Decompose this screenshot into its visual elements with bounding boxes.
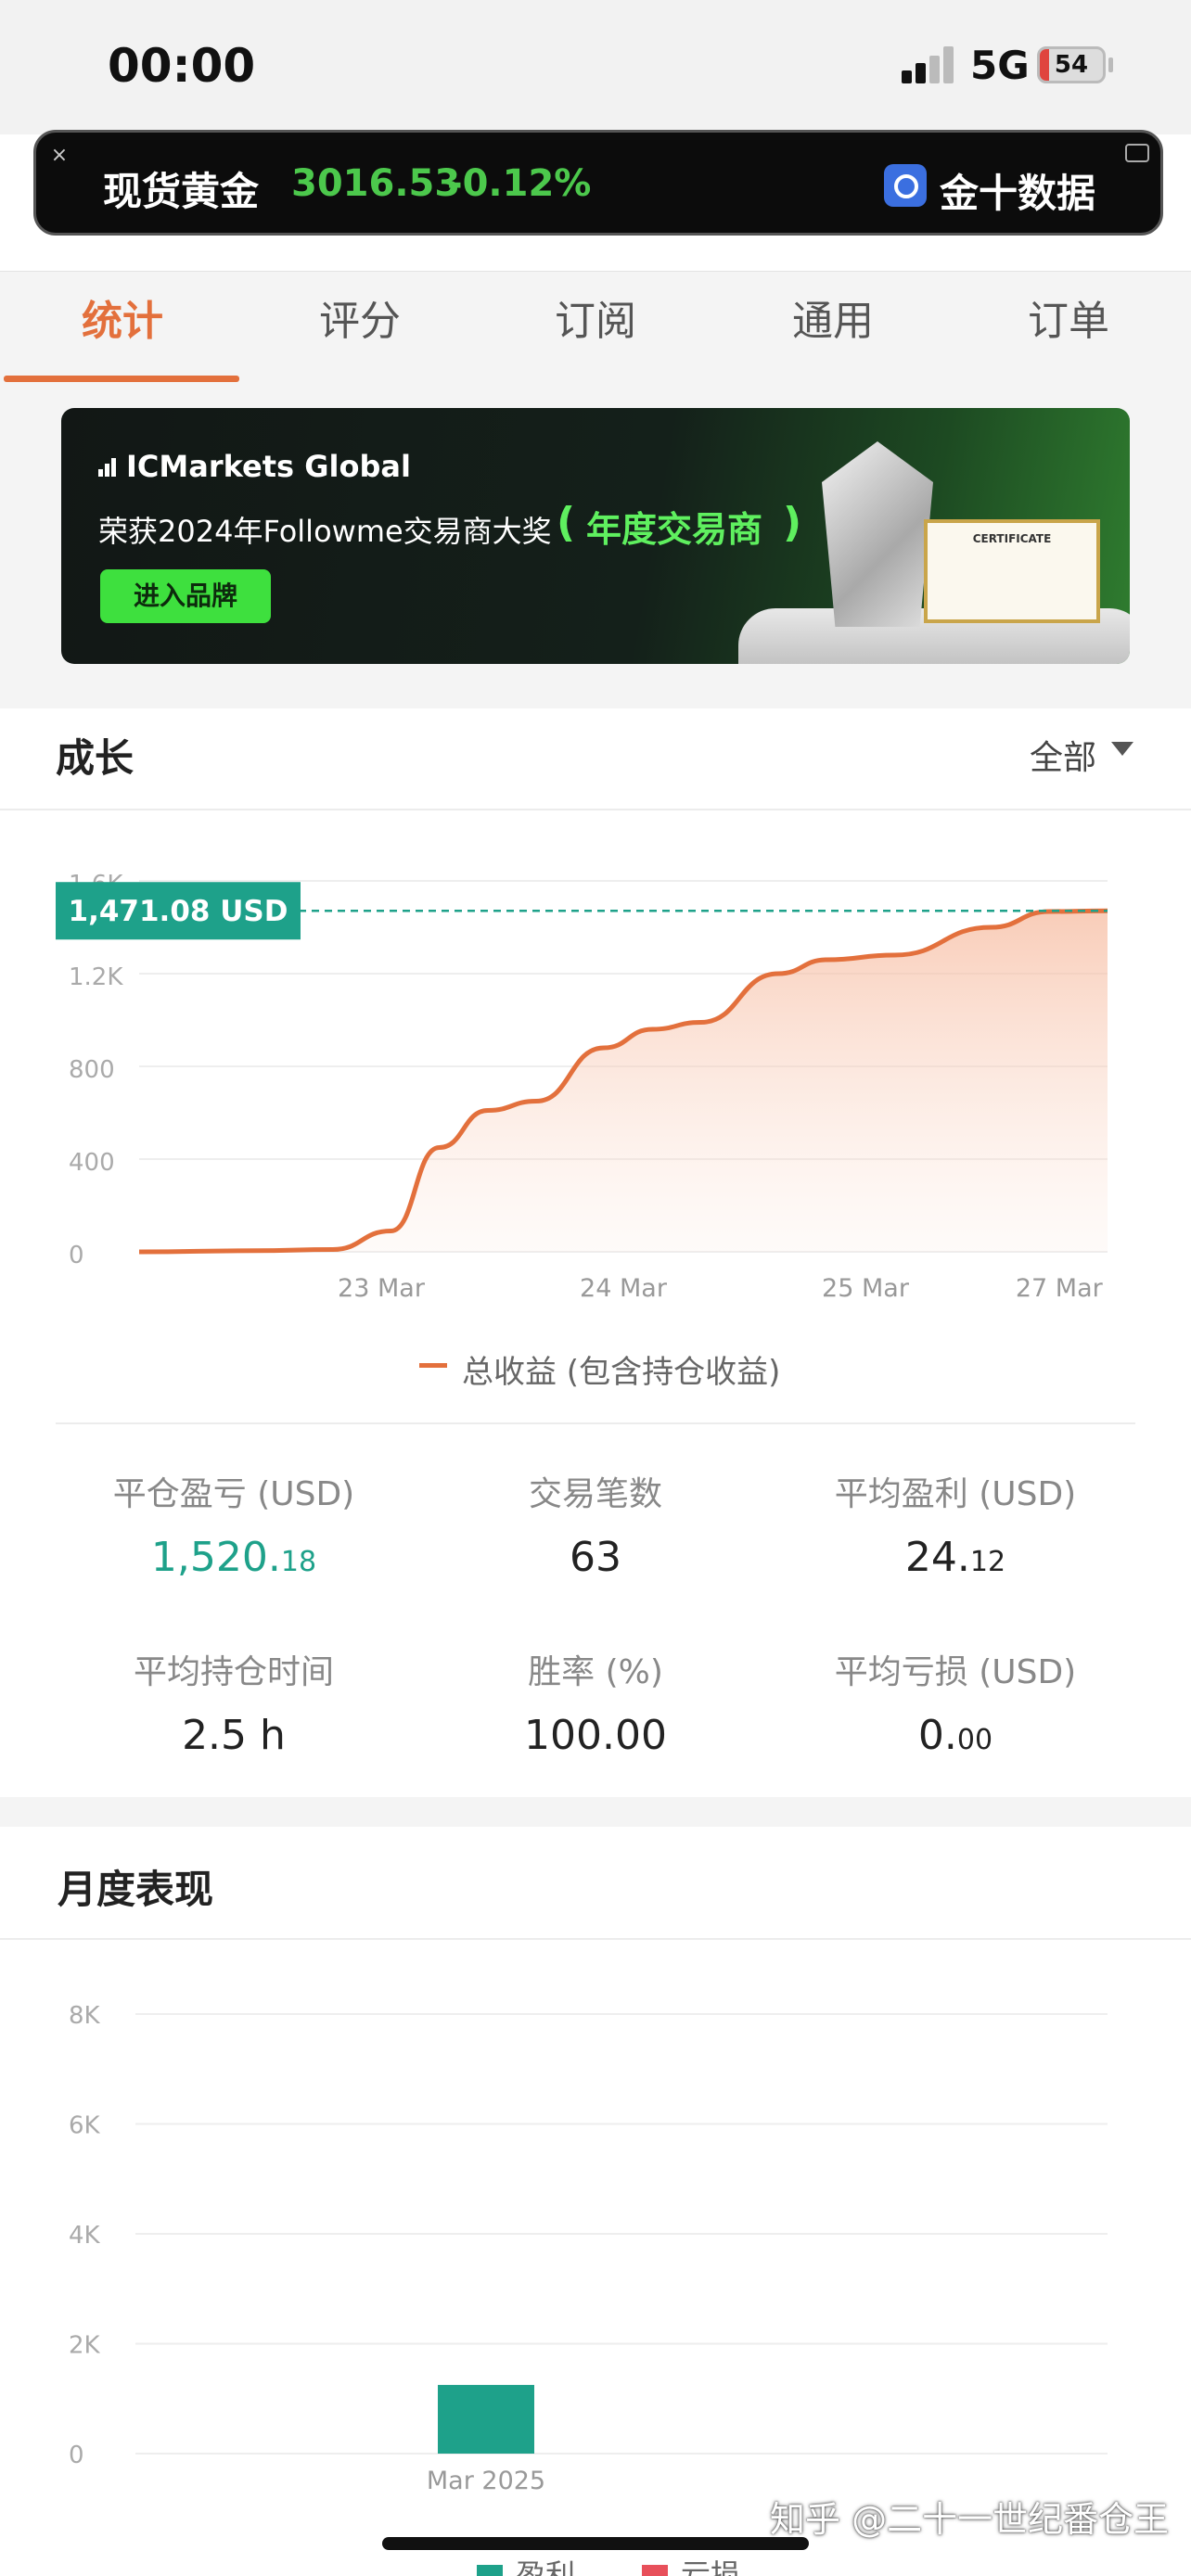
growth-title: 成长 <box>56 735 134 781</box>
section-divider <box>0 1938 1191 1940</box>
section-divider <box>0 809 1191 810</box>
growth-legend: 总收益 (包含持仓收益) <box>462 1354 781 1391</box>
ticker-brand: 金十数据 <box>940 171 1096 216</box>
watermark: 知乎 @二十一世纪番仓王 <box>770 2499 1170 2540</box>
ad-logo: ICMarkets Global <box>126 449 411 484</box>
tab-rating[interactable]: 评分 <box>241 272 479 383</box>
legend-loss-swatch <box>642 2565 668 2576</box>
legend-loss: 亏损 <box>642 2552 740 2576</box>
tab-general[interactable]: 通用 <box>714 272 952 383</box>
stat-value: 24.12 <box>904 1534 1006 1581</box>
current-value-label: 1,471.08 USD <box>69 895 288 928</box>
y-tick-label: 8K <box>69 2002 101 2030</box>
status-time: 00:00 <box>108 39 256 93</box>
ad-banner[interactable]: ICMarkets Global 荣获2024年Followme交易商大奖 ( … <box>61 408 1130 664</box>
certificate-image: CERTIFICATE <box>924 519 1100 623</box>
certificate-title: CERTIFICATE <box>972 532 1052 545</box>
ticker-price: 3016.53 <box>291 162 461 205</box>
ic-markets-logo-icon <box>98 456 121 477</box>
stat-value: 100.00 <box>524 1712 667 1759</box>
area-fill <box>139 911 1108 1252</box>
battery-tip <box>1108 57 1113 72</box>
caret-down-icon[interactable] <box>1111 742 1133 756</box>
battery-level: 54 <box>1054 51 1089 79</box>
trophy-icon <box>822 441 933 627</box>
x-tick-label: 23 Mar <box>338 1274 426 1303</box>
stat-avg-hold-time: 平均持仓时间 2.5 h <box>39 1645 429 1759</box>
x-tick-label: 27 Mar <box>1016 1274 1104 1303</box>
tab-bar: 统计 评分 订阅 通用 订单 <box>0 271 1191 382</box>
monthly-bar-chart: 0 2K 4K 6K 8K Mar 2025 <box>69 2002 1108 2495</box>
x-tick-label: Mar 2025 <box>427 2467 545 2495</box>
profit-bar <box>438 2384 534 2454</box>
stat-value: 63 <box>570 1534 621 1581</box>
stat-value: 0.00 <box>917 1712 993 1759</box>
legend-swatch <box>419 1363 447 1368</box>
signal-icon <box>902 46 954 83</box>
status-bar: 00:00 5G 54 <box>0 0 1191 134</box>
stat-win-rate: 胜率 (%) 100.00 <box>401 1645 790 1759</box>
stat-avg-profit: 平均盈利 (USD) 24.12 <box>761 1467 1150 1581</box>
brand-logo-icon <box>884 164 927 207</box>
stat-label: 胜率 (%) <box>528 1653 663 1691</box>
tab-orders[interactable]: 订单 <box>950 272 1187 383</box>
ticker-change: -0.12% <box>447 162 592 205</box>
stat-label: 平均持仓时间 <box>133 1653 334 1691</box>
stats-divider <box>56 1422 1135 1424</box>
legend-profit-swatch <box>477 2565 503 2576</box>
close-icon[interactable]: × <box>45 142 73 170</box>
stat-label: 平均亏损 (USD) <box>834 1653 1077 1691</box>
tab-stats[interactable]: 统计 <box>4 272 241 383</box>
x-tick-label: 24 Mar <box>580 1274 668 1303</box>
stat-label: 交易笔数 <box>528 1475 662 1513</box>
laurel-right-icon: ) <box>783 499 802 546</box>
price-ticker-banner[interactable]: × 现货黄金 3016.53 -0.12% 金十数据 <box>33 130 1163 236</box>
ad-tagline: 荣获2024年Followme交易商大奖 <box>98 514 552 549</box>
section-gap <box>0 1797 1191 1827</box>
y-tick-label: 1.2K <box>69 963 123 991</box>
y-tick-label: 0 <box>69 2442 84 2469</box>
enter-brand-button[interactable]: 进入品牌 <box>100 569 271 623</box>
stat-label: 平均盈利 (USD) <box>834 1475 1077 1513</box>
ad-award: 年度交易商 <box>586 509 763 550</box>
legend-profit: 盈利 <box>477 2552 575 2576</box>
y-tick-label: 2K <box>69 2332 101 2360</box>
ticker-name: 现货黄金 <box>103 169 260 214</box>
tab-subscribe[interactable]: 订阅 <box>477 272 714 383</box>
y-tick-label: 0 <box>69 1242 84 1269</box>
laurel-left-icon: ( <box>557 499 576 546</box>
stat-trade-count: 交易笔数 63 <box>401 1467 790 1581</box>
y-tick-label: 6K <box>69 2112 101 2140</box>
battery-icon: 54 <box>1037 46 1106 83</box>
pip-icon[interactable] <box>1125 144 1149 162</box>
stat-value: 1,520.18 <box>150 1534 317 1581</box>
x-tick-label: 25 Mar <box>822 1274 910 1303</box>
y-tick-label: 4K <box>69 2222 101 2250</box>
range-filter-dropdown[interactable]: 全部 <box>1030 731 1096 779</box>
growth-chart: 04008001.2K1.6K23 Mar24 Mar25 Mar27 Mar1… <box>56 871 1108 1303</box>
stat-avg-loss: 平均亏损 (USD) 0.00 <box>761 1645 1150 1759</box>
y-tick-label: 400 <box>69 1149 115 1177</box>
stat-closed-pnl: 平仓盈亏 (USD) 1,520.18 <box>39 1467 429 1581</box>
monthly-title: 月度表现 <box>58 1867 214 1912</box>
network-label: 5G <box>970 43 1030 88</box>
active-tab-indicator <box>4 376 239 382</box>
stat-value: 2.5 h <box>182 1712 286 1759</box>
stat-label: 平仓盈亏 (USD) <box>112 1475 355 1513</box>
home-indicator[interactable] <box>382 2537 809 2550</box>
y-tick-label: 800 <box>69 1056 115 1084</box>
